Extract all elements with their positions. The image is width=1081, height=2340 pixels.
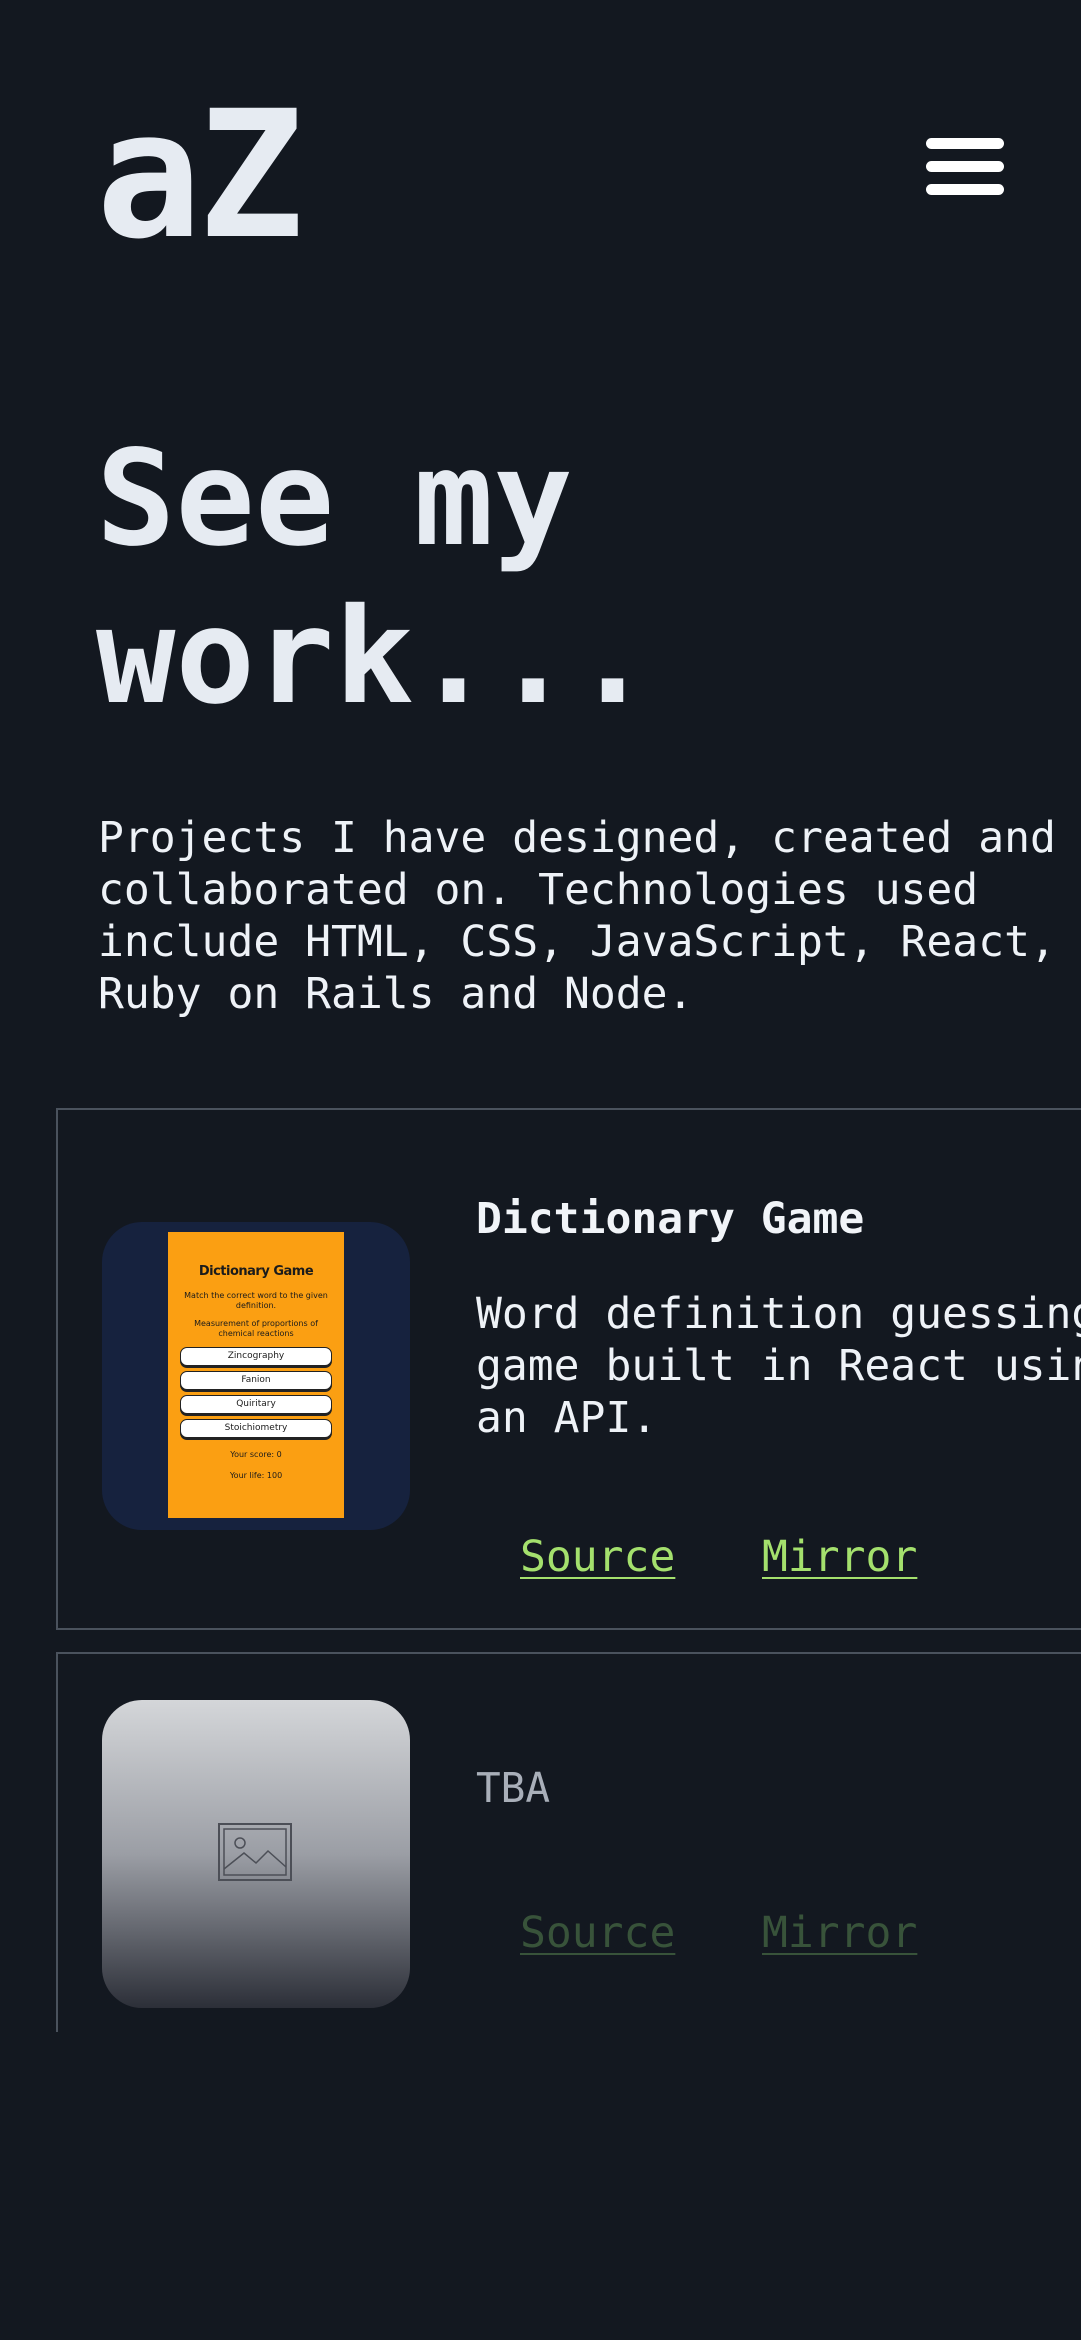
project-thumbnail: Dictionary Game Match the correct word t… — [102, 1222, 410, 1530]
site-logo[interactable]: aZ — [96, 88, 304, 264]
mirror-link[interactable]: Mirror — [762, 1908, 917, 1958]
source-link[interactable]: Source — [520, 1532, 675, 1582]
menu-bar — [926, 161, 1004, 172]
game-screenshot-score: Your score: 0 — [230, 1450, 282, 1459]
menu-bar — [926, 184, 1004, 195]
project-description: Word definition guessing game built in R… — [476, 1289, 1081, 1443]
game-screenshot-life: Your life: 100 — [229, 1471, 283, 1480]
game-screenshot-instruction: Match the correct word to the given defi… — [184, 1291, 328, 1310]
game-screenshot-clue: Measurement of proportions of chemical r… — [194, 1319, 318, 1338]
project-title: Dictionary Game — [476, 1194, 865, 1244]
mirror-link[interactable]: Mirror — [762, 1532, 917, 1582]
game-option: Zincography — [180, 1347, 332, 1366]
project-card-dictionary-game: Dictionary Game Match the correct word t… — [56, 1108, 1081, 1630]
project-card-tba: TBA Source Mirror — [56, 1652, 1081, 2032]
project-title: TBA — [476, 1764, 551, 1812]
hamburger-menu-icon[interactable] — [926, 138, 1004, 196]
game-option: Stoichiometry — [180, 1419, 332, 1438]
portfolio-page: aZ See my work... Projects I have design… — [0, 0, 1081, 2340]
game-option: Fanion — [180, 1371, 332, 1390]
project-thumbnail — [102, 1700, 410, 2008]
intro-text: Projects I have designed, created and co… — [98, 813, 1056, 1019]
image-placeholder-icon — [218, 1823, 292, 1881]
page-title: See my work... — [96, 422, 653, 734]
menu-bar — [926, 138, 1004, 149]
game-option: Quiritary — [180, 1395, 332, 1414]
game-screenshot-title: Dictionary Game — [198, 1264, 314, 1279]
source-link[interactable]: Source — [520, 1908, 675, 1958]
game-screenshot-options: Zincography Fanion Quiritary Stoichiomet… — [180, 1347, 332, 1438]
game-screenshot: Dictionary Game Match the correct word t… — [168, 1232, 344, 1518]
